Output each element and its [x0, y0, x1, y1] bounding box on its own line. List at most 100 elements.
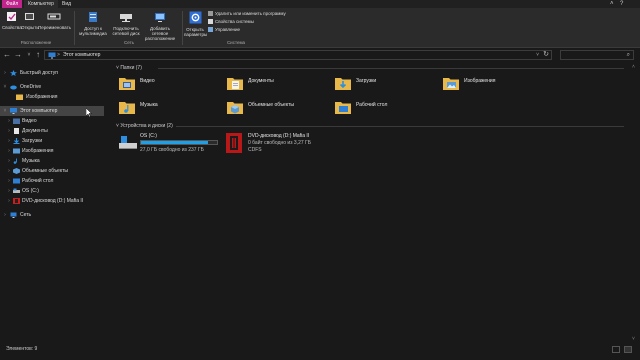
- folder-desktop[interactable]: Рабочий стол: [334, 98, 434, 120]
- os-usage-fill: [141, 141, 209, 144]
- chevron-right-icon[interactable]: ›: [2, 210, 8, 220]
- devices-section-header[interactable]: ˅ Устройства и диски (2): [116, 123, 173, 129]
- video-folder-icon: [119, 78, 135, 90]
- nav-quick-access[interactable]: › Быстрый доступ: [0, 68, 104, 78]
- chevron-right-icon[interactable]: ›: [6, 146, 12, 156]
- pc-icon: [48, 52, 56, 59]
- chevron-right-icon[interactable]: ›: [6, 156, 12, 166]
- nav-onedrive-images[interactable]: Изображения: [0, 92, 104, 102]
- folder-images[interactable]: Изображения: [442, 74, 542, 96]
- forward-button[interactable]: →: [13, 50, 23, 60]
- cube-folder-icon: [227, 102, 243, 114]
- chevron-right-icon[interactable]: ›: [6, 126, 12, 136]
- chevron-right-icon[interactable]: ›: [6, 196, 12, 206]
- refresh-icon[interactable]: ↻: [543, 51, 549, 59]
- scroll-up-icon[interactable]: ˄: [632, 64, 635, 70]
- nav-downloads[interactable]: › Загрузки: [0, 136, 104, 146]
- nav-documents[interactable]: › Документы: [0, 126, 104, 136]
- properties-button[interactable]: Свойства: [2, 11, 22, 30]
- vertical-scrollbar[interactable]: ˄ ˅: [630, 62, 638, 344]
- drive-dvd[interactable]: DVD-дисковод (D:) Mafia II 0 байт свобод…: [226, 133, 336, 163]
- rename-icon: [47, 13, 61, 20]
- open-settings-button[interactable]: Открыть параметры: [184, 11, 207, 37]
- search-icon: ⌕: [626, 52, 630, 58]
- folder-music[interactable]: Музыка: [118, 98, 218, 120]
- manage-button[interactable]: Управление: [208, 27, 240, 33]
- folders-section-header[interactable]: ˅ Папки (7): [116, 65, 142, 71]
- nav-music[interactable]: › Музыка: [0, 156, 104, 166]
- nav-os-drive[interactable]: › OS (C:): [0, 186, 104, 196]
- search-input[interactable]: ⌕: [560, 50, 634, 60]
- chevron-up-icon[interactable]: ˄: [610, 0, 614, 8]
- drive-icon: [13, 188, 20, 193]
- system-drive-icon: [119, 136, 137, 149]
- tab-computer[interactable]: Компьютер: [24, 0, 58, 8]
- map-drive-button[interactable]: Подключить сетевой диск: [110, 11, 142, 36]
- programs-icon: [208, 11, 213, 17]
- downloads-folder-icon: [335, 78, 351, 90]
- pictures-folder-icon: [443, 78, 459, 90]
- folder-video[interactable]: Видео: [118, 74, 218, 96]
- nav-onedrive[interactable]: ˅ OneDrive: [0, 82, 104, 92]
- up-button[interactable]: ↑: [33, 50, 43, 60]
- section-divider: [176, 126, 624, 127]
- system-properties-button[interactable]: Свойства системы: [208, 19, 254, 25]
- item-count: Элементов: 9: [6, 346, 38, 352]
- large-icons-view-button[interactable]: [624, 346, 632, 353]
- network-drive-icon: [120, 14, 132, 22]
- details-view-button[interactable]: [612, 346, 620, 353]
- section-divider: [158, 68, 624, 69]
- game-disc-icon: [226, 133, 242, 153]
- ribbon-divider: [182, 11, 183, 45]
- dvd-icon: [13, 198, 20, 204]
- network-group-label: Сеть: [123, 40, 134, 45]
- help-icon[interactable]: ?: [620, 0, 623, 8]
- open-button[interactable]: Открыть: [21, 11, 39, 30]
- nav-images[interactable]: › Изображения: [0, 146, 104, 156]
- nav-3d-objects[interactable]: › Объемные объекты: [0, 166, 104, 176]
- chevron-down-icon[interactable]: ˅: [2, 106, 8, 116]
- ribbon: Свойства Открыть Переименовать Расположе…: [0, 8, 640, 48]
- chevron-right-icon[interactable]: ›: [6, 136, 12, 146]
- chevron-down-icon[interactable]: ˅: [536, 51, 539, 59]
- ribbon-divider: [74, 11, 75, 45]
- chevron-right-icon[interactable]: ›: [6, 116, 12, 126]
- tab-view[interactable]: Вид: [58, 0, 75, 8]
- cloud-icon: [10, 85, 17, 90]
- video-folder-icon: [13, 118, 20, 124]
- folder-downloads[interactable]: Загрузки: [334, 74, 434, 96]
- drive-os[interactable]: OS (C:) 27,0 ГБ свободно из 237 ГБ: [118, 133, 228, 163]
- folder-3d-objects[interactable]: Объемные объекты: [226, 98, 326, 120]
- download-icon: [13, 138, 20, 144]
- folder-documents[interactable]: Документы: [226, 74, 326, 96]
- chevron-down-icon[interactable]: ˅: [2, 82, 8, 92]
- breadcrumb[interactable]: Этот компьютер: [63, 52, 100, 59]
- tab-file[interactable]: Файл: [2, 0, 23, 8]
- rename-button[interactable]: Переименовать: [38, 11, 71, 30]
- os-usage-bar: [140, 140, 218, 145]
- desktop-folder-icon: [335, 102, 351, 114]
- uninstall-button[interactable]: Удалить или изменить программу: [208, 11, 286, 17]
- music-folder-icon: [119, 102, 135, 114]
- mouse-cursor-icon: [86, 108, 92, 117]
- star-icon: [10, 70, 17, 76]
- content-pane: ˅ Папки (7) Видео Документы Загрузки Изо…: [110, 62, 628, 344]
- chevron-right-icon[interactable]: ›: [6, 166, 12, 176]
- address-bar[interactable]: > Этот компьютер ˅ ↻: [44, 50, 552, 60]
- navigation-pane: › Быстрый доступ ˅ OneDrive Изображения …: [0, 64, 108, 344]
- scroll-down-icon[interactable]: ˅: [632, 336, 635, 342]
- chevron-right-icon[interactable]: ›: [6, 186, 12, 196]
- nav-dvd-drive[interactable]: › DVD-дисковод (D:) Mafia II: [0, 196, 104, 206]
- chevron-right-icon[interactable]: ›: [6, 176, 12, 186]
- address-row: ← → ˅ ↑ > Этот компьютер ˅ ↻ ⌕: [0, 48, 640, 62]
- nav-network[interactable]: › Сеть: [0, 210, 104, 220]
- back-button[interactable]: ←: [2, 50, 12, 60]
- breadcrumb-separator: >: [57, 52, 60, 58]
- add-location-button[interactable]: Добавить сетевое расположение: [142, 11, 178, 41]
- media-access-button[interactable]: Доступ к мультимедиа: [78, 11, 108, 36]
- pc-icon: [10, 108, 17, 114]
- nav-desktop[interactable]: › Рабочий стол: [0, 176, 104, 186]
- chevron-right-icon[interactable]: ›: [2, 68, 8, 78]
- system-group-label: Система: [226, 40, 246, 45]
- nav-video[interactable]: › Видео: [0, 116, 104, 126]
